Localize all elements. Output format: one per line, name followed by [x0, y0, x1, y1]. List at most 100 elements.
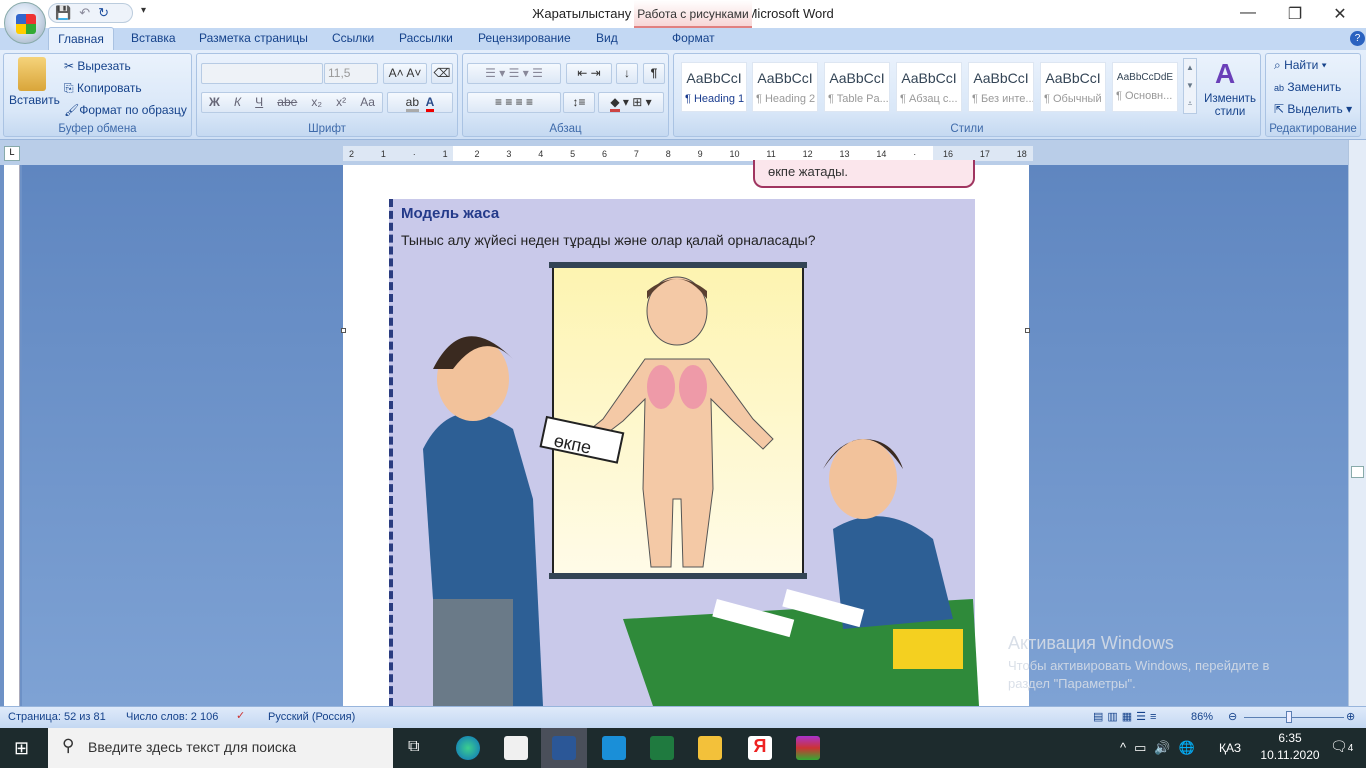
edge-icon[interactable]: [456, 736, 480, 760]
view-buttons[interactable]: ▤▥▦☰≡: [1093, 710, 1160, 723]
illustration-panel[interactable]: Модель жаса Тыныс алу жүйесі неден тұрад…: [389, 199, 979, 706]
list-buttons[interactable]: ☰ ▾ ☰ ▾ ☰: [467, 63, 561, 84]
select-button[interactable]: ⇱ Выделить ▾: [1274, 102, 1352, 116]
style-normal[interactable]: AaBbCcI ¶ Обычный: [1040, 62, 1106, 112]
ruler-tick: 10: [729, 148, 740, 159]
page-count[interactable]: Страница: 52 из 81: [8, 711, 106, 723]
zoom-out-button[interactable]: ⊖: [1228, 710, 1237, 723]
font-size-select[interactable]: 11,5: [324, 63, 378, 84]
excel-icon[interactable]: [650, 736, 674, 760]
sort-button[interactable]: ↓: [616, 63, 638, 84]
watermark-line: раздел "Параметры".: [1008, 676, 1136, 691]
mail-icon[interactable]: [602, 736, 626, 760]
store-icon[interactable]: [504, 736, 528, 760]
taskbar-search[interactable]: ⚲ Введите здесь текст для поиска: [48, 728, 393, 768]
italic-button[interactable]: К: [234, 93, 241, 112]
winrar-icon[interactable]: [796, 736, 820, 760]
tab-references[interactable]: Ссылки: [332, 31, 374, 45]
vertical-ruler[interactable]: [4, 165, 20, 706]
style-table-paragraph[interactable]: AaBbCcI ¶ Table Pa...: [824, 62, 890, 112]
vertical-scrollbar[interactable]: [1348, 140, 1366, 706]
time: 6:35: [1278, 731, 1302, 745]
tab-view[interactable]: Вид: [596, 31, 618, 45]
change-styles-button[interactable]: Изменить стили: [1203, 93, 1257, 119]
windows-activation-watermark: Активация Windows Чтобы активировать Win…: [1008, 633, 1269, 691]
tab-format[interactable]: Формат: [672, 31, 715, 45]
close-button[interactable]: ✕: [1325, 4, 1355, 24]
language[interactable]: Русский (Россия): [268, 711, 355, 723]
style-name: ¶ Table Pa...: [828, 93, 889, 105]
tab-mailings[interactable]: Рассылки: [399, 31, 453, 45]
system-tray-icons[interactable]: ^▭🔊🌐: [1120, 740, 1203, 756]
clock[interactable]: 6:35 10.11.2020: [1260, 731, 1320, 762]
zoom-level[interactable]: 86%: [1191, 711, 1213, 723]
horizontal-ruler[interactable]: 2 1 · 1 2 3 4 5 6 7 8 9 10 11 12 13 14 · 16 17 18: [343, 146, 1033, 161]
ruler-tick: 11: [766, 148, 776, 159]
style-no-spacing[interactable]: AaBbCcI ¶ Без инте...: [968, 62, 1034, 112]
help-icon[interactable]: ?: [1350, 31, 1365, 46]
strikethrough-button[interactable]: abe: [277, 93, 297, 112]
search-icon: ⚲: [62, 736, 75, 755]
zoom-slider-thumb[interactable]: [1286, 711, 1293, 723]
undo-icon[interactable]: ↶: [79, 5, 90, 21]
subscript-button[interactable]: x₂: [311, 93, 322, 112]
file-explorer-icon[interactable]: [698, 736, 722, 760]
bold-button[interactable]: Ж: [209, 93, 220, 112]
format-painter-button[interactable]: 🖌Формат по образцу: [64, 103, 187, 117]
paste-button[interactable]: Вставить: [9, 93, 60, 107]
task-view-icon[interactable]: ⧉: [408, 738, 419, 756]
callout-box: өкпе жатады.: [753, 160, 975, 188]
copy-button[interactable]: ⎘ Копировать: [64, 81, 142, 96]
style-heading-2[interactable]: AaBbCcI ¶ Heading 2: [752, 62, 818, 112]
style-list-paragraph[interactable]: AaBbCcI ¶ Абзац с...: [896, 62, 962, 112]
styles-scroll[interactable]: ▲ ▼ ⩡: [1183, 58, 1197, 114]
change-case-button[interactable]: Aa: [360, 93, 375, 112]
yandex-icon[interactable]: Я: [748, 736, 772, 760]
style-body-text[interactable]: AaBbCcDdE ¶ Основн...: [1112, 62, 1178, 112]
line-spacing-button[interactable]: ↕≡: [563, 92, 595, 113]
resize-handle[interactable]: [1025, 328, 1030, 333]
resize-handle[interactable]: [341, 328, 346, 333]
windows-start-icon[interactable]: ⊞: [14, 738, 29, 759]
grow-shrink-font-buttons[interactable]: A˄ A˅: [383, 63, 427, 84]
clear-formatting-button[interactable]: ⌫: [431, 63, 453, 84]
style-heading-1[interactable]: AaBbCcI ¶ Heading 1: [681, 62, 747, 112]
font-color-icon[interactable]: A: [425, 95, 435, 112]
word-icon[interactable]: [552, 736, 576, 760]
scissors-icon: ✂: [64, 59, 75, 73]
superscript-button[interactable]: x²: [336, 93, 346, 112]
find-button[interactable]: ⌕ Найти ▾: [1274, 58, 1327, 73]
tab-selector-button[interactable]: L: [4, 146, 20, 161]
tab-page-layout[interactable]: Разметка страницы: [199, 31, 308, 45]
notifications-icon[interactable]: 🗨4: [1330, 738, 1353, 755]
zoom-slider[interactable]: [1244, 717, 1344, 718]
tab-home[interactable]: Главная: [48, 27, 114, 51]
office-button[interactable]: [4, 2, 46, 44]
redo-icon[interactable]: ↻: [98, 5, 109, 21]
save-icon[interactable]: 💾: [55, 5, 71, 21]
cut-button[interactable]: ✂ Вырезать: [64, 59, 131, 73]
group-label: Шрифт: [308, 123, 346, 135]
shading-icon[interactable]: ◆: [610, 95, 620, 112]
replace-button[interactable]: ab Заменить: [1274, 80, 1341, 94]
font-name-select[interactable]: [201, 63, 323, 84]
zoom-in-button[interactable]: ⊕: [1346, 710, 1355, 723]
input-language[interactable]: ҚАЗ: [1219, 741, 1241, 755]
align-buttons[interactable]: ≡ ≡ ≡ ≡: [467, 92, 561, 113]
show-marks-button[interactable]: ¶: [643, 63, 665, 84]
highlight-icon[interactable]: ab: [405, 95, 419, 112]
customize-qat-icon[interactable]: ▾: [141, 5, 146, 16]
scroll-thumb[interactable]: [1351, 466, 1364, 478]
word-count[interactable]: Число слов: 2 106: [126, 711, 218, 723]
proofing-icon[interactable]: ✓: [236, 709, 245, 722]
underline-button[interactable]: Ч: [255, 93, 263, 112]
tab-review[interactable]: Рецензирование: [478, 31, 571, 45]
ruler-tick: 14: [876, 148, 887, 159]
tab-insert[interactable]: Вставка: [131, 31, 176, 45]
girl-head: [829, 439, 897, 519]
restore-button[interactable]: ❐: [1280, 4, 1310, 24]
shading-borders-buttons[interactable]: ◆ ▾ ⊞ ▾: [598, 92, 664, 113]
highlight-and-font-color[interactable]: ab A: [387, 92, 453, 113]
indent-buttons[interactable]: ⇤ ⇥: [566, 63, 612, 84]
minimize-button[interactable]: —: [1233, 4, 1263, 22]
